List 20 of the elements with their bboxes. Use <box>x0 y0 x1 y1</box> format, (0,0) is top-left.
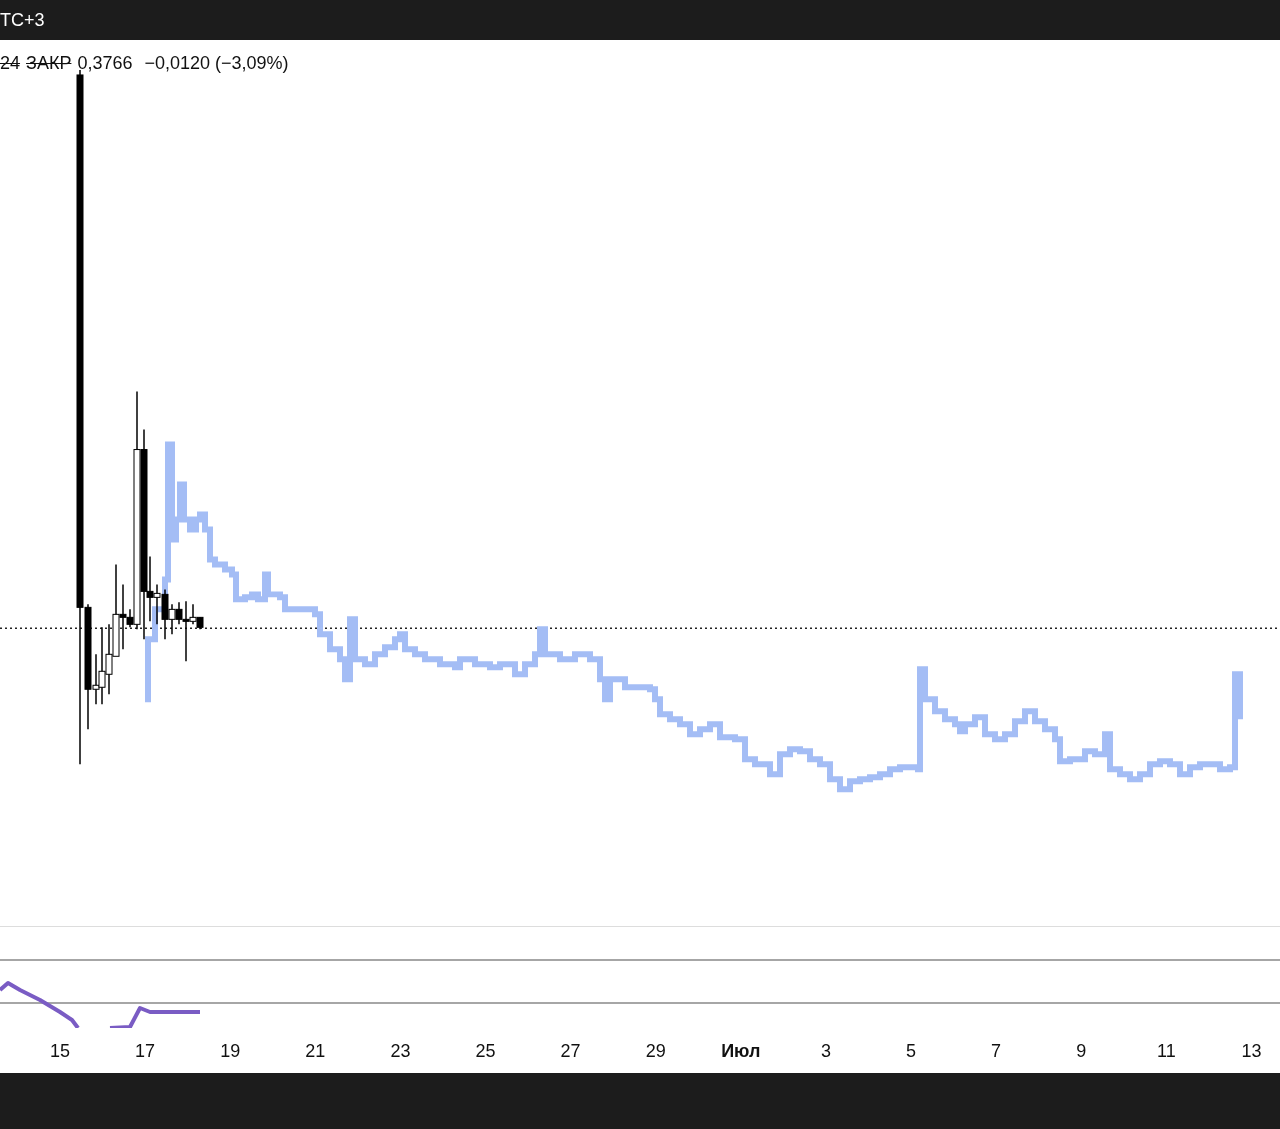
time-axis-label: 7 <box>991 1041 1002 1062</box>
time-axis-label: 19 <box>220 1041 241 1062</box>
time-axis-label: 25 <box>475 1041 496 1062</box>
time-axis-label: 15 <box>50 1041 70 1062</box>
time-axis-label: Июл <box>721 1041 761 1062</box>
time-axis-label: 21 <box>305 1041 326 1062</box>
legend-date: 24 <box>0 53 21 74</box>
time-axis-label: 23 <box>390 1041 411 1062</box>
price-change: −0,0120 (−3,09%) <box>144 53 289 74</box>
time-axis-label: 17 <box>135 1041 156 1062</box>
timezone-label[interactable]: TC+3 <box>0 9 45 31</box>
time-axis-label: 5 <box>906 1041 916 1062</box>
time-axis-label: 3 <box>820 1041 831 1062</box>
close-value: 0,3766 <box>77 53 133 74</box>
time-axis-label: 27 <box>560 1041 581 1062</box>
time-axis-label: 11 <box>1156 1041 1176 1062</box>
time-axis-label: 29 <box>645 1041 666 1062</box>
time-axis-label: 13 <box>1241 1041 1262 1062</box>
time-axis-label: 9 <box>1076 1041 1087 1062</box>
close-label: ЗАКР <box>26 53 72 74</box>
